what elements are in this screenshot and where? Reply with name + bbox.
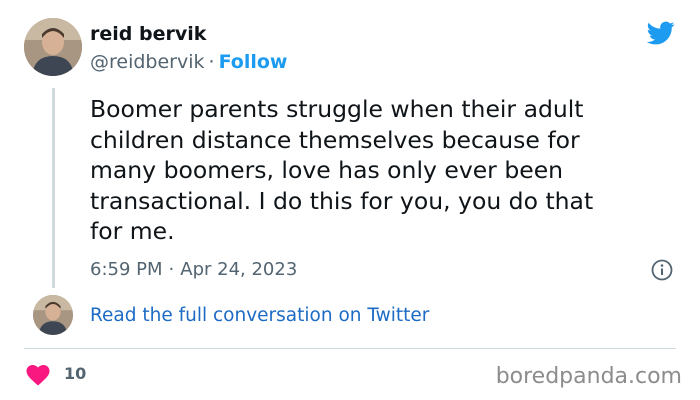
timestamp-separator: · [168, 259, 175, 280]
tweet-timestamp[interactable]: 6:59 PM · Apr 24, 2023 [90, 259, 297, 280]
handle-separator: · [208, 51, 215, 73]
footer-divider [24, 348, 676, 349]
reply-avatar[interactable] [33, 295, 73, 335]
read-conversation-link[interactable]: Read the full conversation on Twitter [90, 305, 429, 326]
like-count: 10 [64, 364, 87, 383]
info-icon[interactable] [651, 259, 673, 281]
watermark: boredpanda.com [495, 364, 682, 389]
author-avatar[interactable] [24, 18, 82, 76]
thread-line [52, 88, 55, 288]
follow-button[interactable]: Follow [219, 51, 288, 73]
tweet-text: Boomer parents struggle when their adult… [90, 95, 594, 245]
author-name[interactable]: reid bervik [90, 23, 206, 45]
author-handle[interactable]: @reidbervik [90, 51, 205, 73]
heart-icon[interactable] [26, 364, 50, 386]
author-handle-row: @reidbervik · Follow [90, 51, 287, 73]
tweet-time: 6:59 PM [90, 259, 163, 280]
twitter-bird-icon[interactable] [644, 19, 678, 47]
tweet-date: Apr 24, 2023 [180, 259, 298, 280]
